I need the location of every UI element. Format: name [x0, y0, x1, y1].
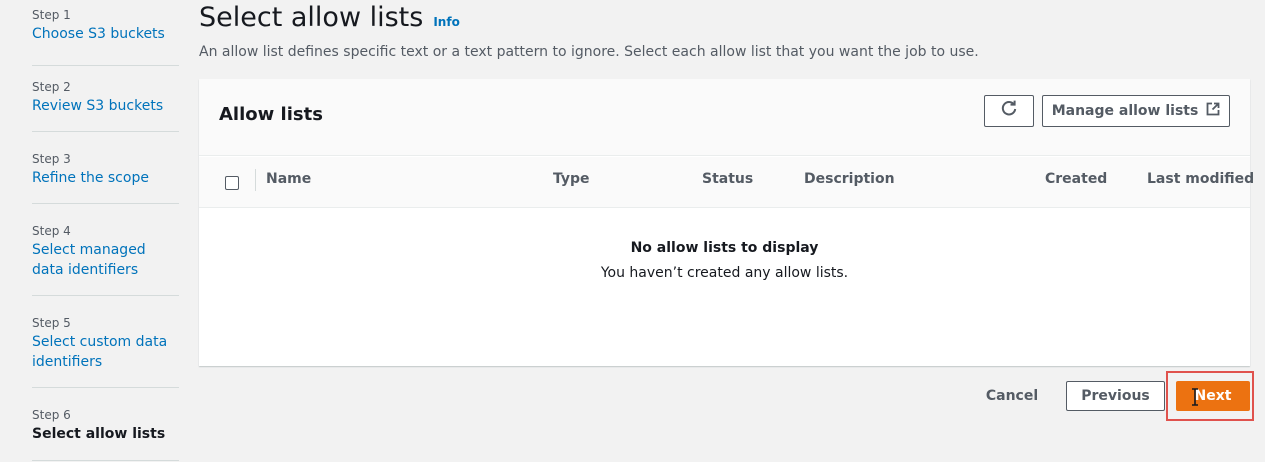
step-6-current-label: Select allow lists	[32, 426, 166, 442]
manage-allow-lists-label: Manage allow lists	[1051, 103, 1199, 119]
step-4: Step 4 Select managed data identifiers	[32, 224, 179, 296]
step-2-number: Step 2	[32, 80, 71, 94]
page-title: Select allow lists	[199, 2, 424, 33]
column-header-status[interactable]: Status	[702, 171, 753, 187]
column-header-created[interactable]: Created	[1045, 171, 1107, 187]
cancel-button[interactable]: Cancel	[978, 382, 1046, 410]
step-4-link[interactable]: Select managed data identifiers	[32, 240, 179, 280]
step-1-number: Step 1	[32, 8, 71, 22]
step-3: Step 3 Refine the scope	[32, 152, 179, 204]
step-4-number: Step 4	[32, 224, 71, 238]
column-divider	[255, 169, 256, 191]
info-link[interactable]: Info	[433, 15, 459, 29]
allow-lists-panel: Allow lists Manage allow lists Name Type…	[199, 79, 1254, 366]
step-6: Step 6 Select allow lists	[32, 408, 179, 461]
step-3-number: Step 3	[32, 152, 71, 166]
step-1: Step 1 Choose S3 buckets	[32, 8, 179, 66]
previous-button[interactable]: Previous	[1066, 381, 1165, 411]
step-5-link[interactable]: Select custom data identifiers	[32, 332, 179, 372]
empty-state-title: No allow lists to display	[630, 240, 819, 256]
step-5: Step 5 Select custom data identifiers	[32, 316, 179, 388]
column-header-last-modified[interactable]: Last modified	[1147, 171, 1254, 187]
step-2: Step 2 Review S3 buckets	[32, 80, 179, 132]
panel-title: Allow lists	[219, 104, 323, 125]
text-cursor-icon	[1190, 388, 1200, 406]
step-5-number: Step 5	[32, 316, 71, 330]
column-header-type[interactable]: Type	[553, 171, 590, 187]
panel-header: Allow lists Manage allow lists	[199, 79, 1250, 156]
page: Step 1 Choose S3 buckets Step 2 Review S…	[0, 0, 1265, 462]
refresh-button[interactable]	[984, 95, 1034, 127]
external-link-icon	[1206, 102, 1220, 120]
select-all-checkbox[interactable]	[225, 176, 239, 190]
column-header-name[interactable]: Name	[266, 171, 311, 187]
step-1-link[interactable]: Choose S3 buckets	[32, 24, 179, 44]
page-header: Select allow lists Info	[199, 2, 460, 33]
step-2-link[interactable]: Review S3 buckets	[32, 96, 179, 116]
page-description: An allow list defines specific text or a…	[199, 44, 979, 60]
empty-state-description: You haven’t created any allow lists.	[600, 265, 849, 281]
step-3-link[interactable]: Refine the scope	[32, 168, 179, 188]
refresh-icon	[1000, 100, 1018, 122]
column-header-description[interactable]: Description	[804, 171, 895, 187]
next-button[interactable]: Next	[1176, 381, 1250, 411]
manage-allow-lists-button[interactable]: Manage allow lists	[1042, 95, 1230, 127]
step-6-number: Step 6	[32, 408, 71, 422]
